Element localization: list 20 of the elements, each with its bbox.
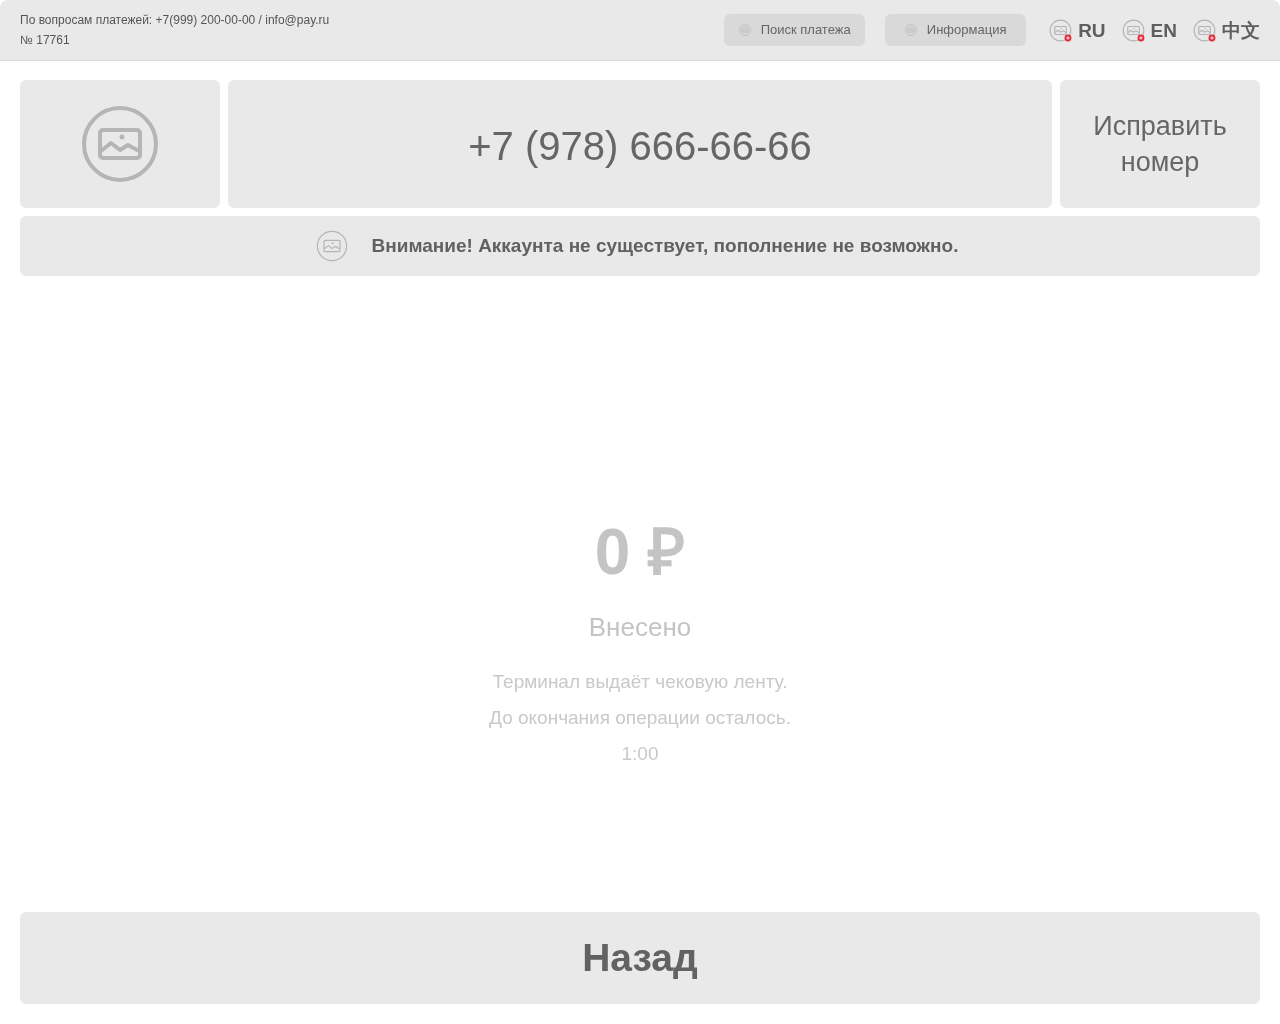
support-contacts: По вопросам платежей: +7(999) 200-00-00 / info@pay.ru <box>20 12 330 29</box>
fix-number-button[interactable]: Исправить номер <box>1060 80 1260 208</box>
image-icon <box>904 24 917 36</box>
header-button[interactable]: Информация <box>885 14 1027 46</box>
language-button[interactable]: 中文 <box>1193 18 1260 42</box>
image-icon <box>1049 18 1073 42</box>
header-button[interactable]: Поиск платежа <box>724 14 866 46</box>
amount-value: 0 ₽ <box>594 516 686 588</box>
image-icon <box>738 24 751 36</box>
amount-label: Внесено <box>588 611 692 644</box>
back-button[interactable]: Назад <box>20 912 1260 1004</box>
image-icon <box>1121 18 1145 42</box>
terminal-number: № 17761 <box>20 32 71 49</box>
notice-text: Внимание! Аккаунта не существует, пополнение не возможно. <box>371 233 959 258</box>
image-icon <box>1193 18 1216 42</box>
image-icon <box>80 104 160 184</box>
language-button[interactable]: RU <box>1049 18 1106 42</box>
phone-number: +7 (978) 666-66-66 <box>468 122 812 170</box>
language-button[interactable]: EN <box>1121 18 1177 42</box>
image-icon <box>315 230 348 262</box>
